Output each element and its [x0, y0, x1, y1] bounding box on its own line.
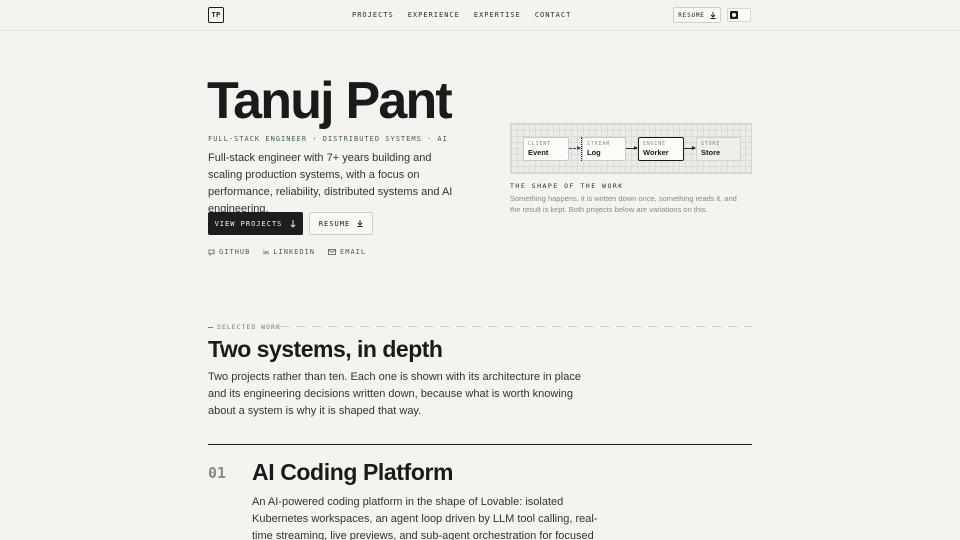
- logo[interactable]: TP: [208, 7, 224, 23]
- node-value: Log: [587, 148, 601, 157]
- download-icon: [710, 11, 716, 19]
- resume-label: RESUME: [678, 11, 705, 19]
- node-kind: STORE: [701, 141, 721, 147]
- node-value: Worker: [643, 148, 669, 157]
- architecture-diagram: CLIENT Event STREAM Log ENGINE Worker ST…: [510, 123, 752, 174]
- resume-button-header[interactable]: RESUME: [673, 7, 721, 23]
- diagram-description: Something happens, it is written down on…: [510, 194, 737, 214]
- diagram-arrow: [626, 146, 638, 150]
- email-label: EMAIL: [340, 248, 367, 256]
- project-description: An AI-powered coding platform in the sha…: [252, 496, 598, 540]
- view-projects-label: VIEW PROJECTS: [214, 219, 283, 228]
- node-value: Store: [701, 148, 721, 157]
- nav-expertise[interactable]: EXPERTISE: [474, 11, 521, 19]
- github-icon: [208, 249, 215, 256]
- project-title: AI Coding Platform: [252, 459, 454, 485]
- diagram-arrow: [684, 146, 696, 150]
- email-link[interactable]: EMAIL: [328, 248, 366, 256]
- view-projects-button[interactable]: VIEW PROJECTS: [208, 212, 303, 235]
- diagram-node-engine: ENGINE Worker: [638, 137, 684, 161]
- hero-intro: Full-stack engineer with 7+ years buildi…: [208, 152, 453, 215]
- github-link[interactable]: GITHUB: [208, 248, 250, 256]
- node-value: Event: [528, 148, 549, 157]
- download-icon: [357, 220, 363, 227]
- theme-toggle-knob: [730, 11, 738, 19]
- nav-projects[interactable]: PROJECTS: [352, 11, 394, 19]
- node-kind: ENGINE: [643, 141, 666, 147]
- hero-name: Tanuj Pant: [207, 72, 453, 130]
- node-kind: CLIENT: [528, 141, 551, 147]
- section-divider: [208, 444, 752, 445]
- github-label: GITHUB: [219, 248, 251, 256]
- section-label-text: SELECTED WORK: [217, 323, 281, 331]
- arrow-down-icon: [290, 219, 296, 228]
- mail-icon: [328, 249, 336, 255]
- top-bar: TP PROJECTS EXPERIENCE EXPERTISE CONTACT…: [0, 0, 960, 31]
- linkedin-label: LINKEDIN: [273, 248, 316, 256]
- social-links: GITHUB LINKEDIN EMAIL: [208, 248, 366, 256]
- dashed-divider: [280, 326, 752, 327]
- section-title: Two systems, in depth: [208, 336, 443, 362]
- main-nav: PROJECTS EXPERIENCE EXPERTISE CONTACT: [352, 11, 571, 19]
- nav-experience[interactable]: EXPERIENCE: [408, 11, 460, 19]
- section-description: Two projects rather than ten. Each one i…: [208, 371, 581, 417]
- diagram-node-store: STORE Store: [696, 137, 741, 161]
- project-number: 01: [208, 464, 227, 482]
- diagram-arrow: [569, 146, 581, 150]
- diagram-node-stream: STREAM Log: [582, 137, 626, 161]
- node-kind: STREAM: [587, 141, 610, 147]
- theme-toggle[interactable]: [727, 8, 751, 22]
- nav-contact[interactable]: CONTACT: [535, 11, 572, 19]
- linkedin-link[interactable]: LINKEDIN: [263, 248, 315, 256]
- linkedin-icon: [263, 249, 269, 255]
- hero-tagline: FULL-STACK ENGINEER · DISTRIBUTED SYSTEM…: [208, 135, 448, 143]
- label-dash: [208, 326, 213, 328]
- diagram-title: THE SHAPE OF THE WORK: [510, 182, 624, 190]
- diagram-node-client: CLIENT Event: [523, 137, 569, 161]
- section-label: SELECTED WORK: [208, 323, 281, 331]
- resume-button[interactable]: RESUME: [309, 212, 373, 235]
- resume-button-label: RESUME: [318, 219, 351, 228]
- sun-icon: [732, 13, 736, 17]
